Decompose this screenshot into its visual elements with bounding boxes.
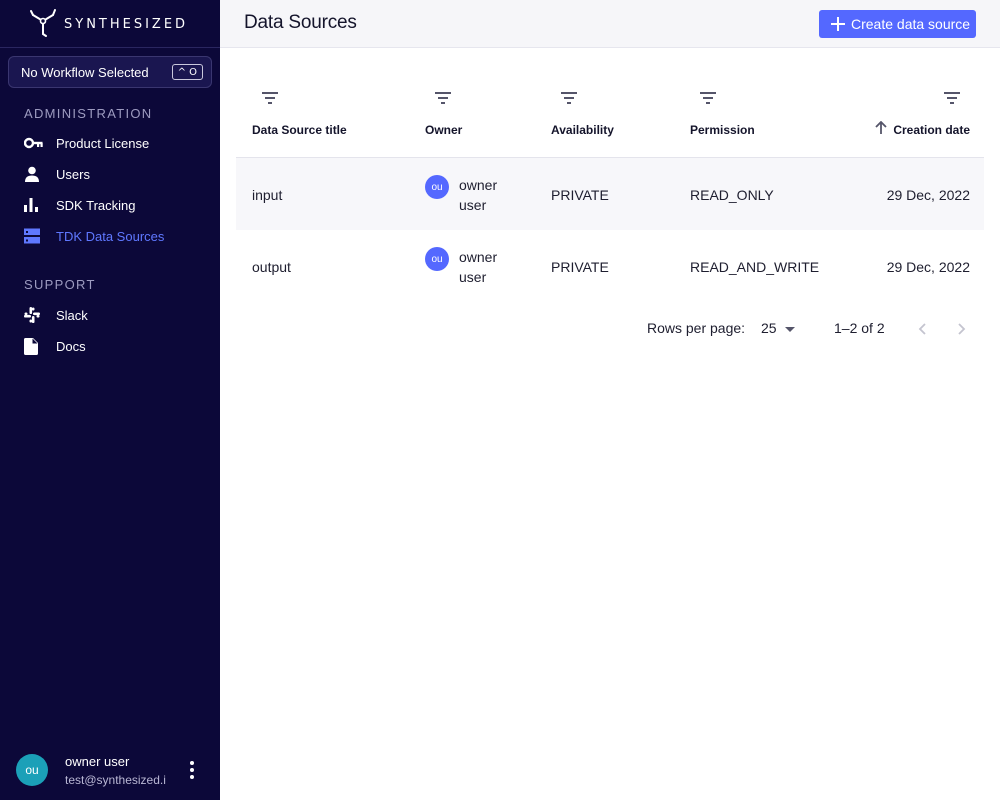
keyboard-shortcut-badge: ^ O xyxy=(171,64,203,80)
cell-title: output xyxy=(252,259,291,275)
owner-avatar: ou xyxy=(425,247,449,271)
cell-creation-date: 29 Dec, 2022 xyxy=(886,187,970,203)
user-email: test@synthesized.i xyxy=(65,772,166,787)
page-header: Data Sources Create data source xyxy=(220,0,1000,48)
sidebar-divider xyxy=(0,47,220,48)
cell-owner: owner user xyxy=(459,175,519,215)
page-title: Data Sources xyxy=(244,12,357,33)
previous-page-icon[interactable] xyxy=(910,317,934,341)
cell-availability: PRIVATE xyxy=(551,259,609,275)
cell-permission: READ_AND_WRITE xyxy=(690,259,820,275)
filter-icon[interactable] xyxy=(261,91,279,105)
rows-per-page-value: 25 xyxy=(761,320,777,336)
sidebar-item-sdk-tracking[interactable]: SDK Tracking xyxy=(24,193,214,217)
sidebar-item-label: Product License xyxy=(56,135,150,151)
logo-text: SYNTHESIZED xyxy=(64,16,189,32)
more-options-icon[interactable] xyxy=(188,758,196,782)
sidebar-item-label: Slack xyxy=(56,307,88,323)
document-icon xyxy=(24,336,48,356)
rows-per-page-select[interactable]: 25 xyxy=(761,317,801,339)
user-name: owner user xyxy=(65,753,130,769)
filter-icon[interactable] xyxy=(560,91,578,105)
cell-permission: READ_ONLY xyxy=(690,187,774,203)
sidebar-item-label: SDK Tracking xyxy=(56,197,136,213)
column-header-creation-date[interactable]: Creation date xyxy=(893,123,970,137)
user-profile: ou owner user test@synthesized.i xyxy=(16,752,212,788)
owner-avatar: ou xyxy=(425,175,449,199)
table-header-row: Data Source title Owner Availability Per… xyxy=(236,48,984,158)
data-sources-table: Data Source title Owner Availability Per… xyxy=(236,48,984,302)
column-header-owner[interactable]: Owner xyxy=(425,123,462,137)
sidebar-item-label: Users xyxy=(56,166,90,182)
storage-icon xyxy=(24,226,48,246)
sidebar-item-label: Docs xyxy=(56,338,86,354)
caret-down-icon xyxy=(784,320,795,336)
filter-icon[interactable] xyxy=(943,91,961,105)
column-header-title[interactable]: Data Source title xyxy=(252,123,347,137)
cell-owner: owner user xyxy=(459,247,519,287)
section-title-support: SUPPORT xyxy=(24,277,96,292)
filter-icon[interactable] xyxy=(434,91,452,105)
synthesized-logo-icon xyxy=(30,7,56,42)
create-data-source-button[interactable]: Create data source xyxy=(819,10,976,38)
workflow-selector[interactable]: No Workflow Selected ^ O xyxy=(8,56,212,88)
sidebar-item-slack[interactable]: Slack xyxy=(24,303,214,327)
owner-first-name: owner xyxy=(459,177,498,193)
section-title-administration: ADMINISTRATION xyxy=(24,106,153,121)
column-header-permission[interactable]: Permission xyxy=(690,123,755,137)
owner-last-name: user xyxy=(459,197,487,213)
create-data-source-label: Create data source xyxy=(851,16,971,32)
slack-icon xyxy=(24,305,48,325)
filter-icon[interactable] xyxy=(699,91,717,105)
table-row[interactable]: output ou owner user PRIVATE READ_AND_WR… xyxy=(236,230,984,302)
sidebar-item-users[interactable]: Users xyxy=(24,162,214,186)
cell-title: input xyxy=(252,187,283,203)
user-icon xyxy=(24,164,48,184)
next-page-icon[interactable] xyxy=(950,317,974,341)
column-header-availability[interactable]: Availability xyxy=(551,123,614,137)
pagination: Rows per page: 25 1–2 of 2 xyxy=(647,315,987,341)
table-row[interactable]: input ou owner user PRIVATE READ_ONLY 29… xyxy=(236,158,984,230)
cell-availability: PRIVATE xyxy=(551,187,609,203)
sidebar-item-product-license[interactable]: Product License xyxy=(24,131,214,155)
cell-creation-date: 29 Dec, 2022 xyxy=(886,259,970,275)
rows-per-page-label: Rows per page: xyxy=(647,320,746,336)
owner-first-name: owner xyxy=(459,249,498,265)
logo[interactable]: SYNTHESIZED xyxy=(30,7,189,42)
pagination-range: 1–2 of 2 xyxy=(834,320,885,336)
bar-chart-icon xyxy=(24,195,48,215)
owner-last-name: user xyxy=(459,269,487,285)
sidebar-item-docs[interactable]: Docs xyxy=(24,334,214,358)
avatar[interactable]: ou xyxy=(16,754,48,786)
key-icon xyxy=(24,133,48,153)
sidebar-item-label: TDK Data Sources xyxy=(56,228,165,244)
workflow-selector-label: No Workflow Selected xyxy=(21,64,149,80)
sort-ascending-icon[interactable] xyxy=(874,120,888,138)
plus-icon xyxy=(831,17,845,31)
sidebar: SYNTHESIZED No Workflow Selected ^ O ADM… xyxy=(0,0,220,800)
sidebar-item-tdk-data-sources[interactable]: TDK Data Sources xyxy=(24,224,214,248)
